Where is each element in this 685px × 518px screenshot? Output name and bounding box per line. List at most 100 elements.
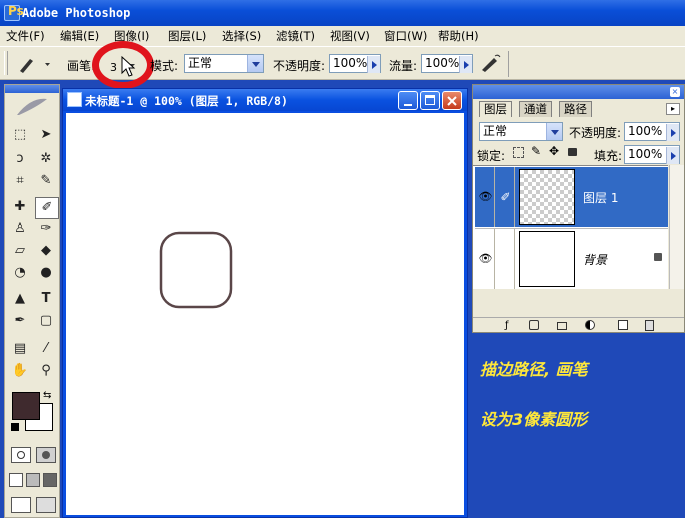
brush-tool-icon [20, 59, 50, 73]
trash-icon[interactable] [645, 320, 654, 331]
app-title: Adobe Photoshop [22, 6, 131, 20]
eraser-tool-icon[interactable]: ▱ [9, 241, 31, 261]
jump-to-imageready-icon[interactable] [11, 497, 31, 513]
layer-thumbnail [519, 231, 575, 287]
quick-mask-button[interactable] [36, 447, 56, 463]
pen-tool-icon[interactable]: ✒ [9, 311, 31, 331]
screen-mode-standard-icon[interactable] [9, 473, 23, 487]
panel-title-bar[interactable]: × [473, 85, 684, 99]
menu-bar: 文件(F) 编辑(E) 图像(I) 图层(L) 选择(S) 滤镜(T) 视图(V… [0, 26, 685, 46]
panel-opacity-field[interactable]: 100% [624, 122, 680, 141]
menu-window[interactable]: 窗口(W) [384, 28, 427, 44]
clone-stamp-icon[interactable]: ♙ [9, 219, 31, 239]
adjustment-layer-icon[interactable] [585, 320, 595, 330]
menu-layer[interactable]: 图层(L) [168, 28, 206, 44]
eye-icon[interactable]: 👁 [477, 167, 495, 227]
maximize-button[interactable] [420, 91, 440, 110]
brush-tool-icon[interactable]: ✐ [35, 197, 59, 219]
magic-wand-icon[interactable]: ✲ [35, 149, 57, 169]
triangle-right-icon[interactable] [666, 147, 679, 164]
menu-help[interactable]: 帮助(H) [438, 28, 479, 44]
new-group-icon[interactable] [557, 322, 567, 330]
canvas-drawing [159, 231, 233, 309]
lock-position-icon[interactable]: ✥ [549, 144, 559, 158]
paint-bucket-icon[interactable]: ◆ [35, 241, 57, 261]
divider [508, 51, 509, 77]
blur-tool-icon[interactable]: ◔ [9, 263, 31, 283]
airbrush-icon [482, 54, 501, 72]
tip-line-2: 设为3像素圆形 [480, 410, 588, 429]
crop-tool-icon[interactable]: ⌗ [9, 171, 31, 191]
layer-row-layer1[interactable]: 👁 ✐ 图层 1 [475, 167, 668, 227]
mode-select[interactable]: 正常 [184, 54, 264, 73]
screen-mode-full-menu-icon[interactable] [26, 473, 40, 487]
new-layer-icon[interactable] [618, 320, 628, 330]
panel-opacity-value: 100% [628, 124, 663, 138]
app-title-bar: Ps Adobe Photoshop [0, 0, 685, 26]
slice-tool-icon[interactable]: ✎ [35, 171, 57, 191]
tab-layers[interactable]: 图层 [479, 101, 512, 117]
feather-logo-icon[interactable] [15, 95, 49, 117]
layer-row-background[interactable]: 👁 背景 [475, 228, 668, 289]
triangle-right-icon[interactable] [666, 124, 679, 141]
blend-mode-select[interactable]: 正常 [479, 122, 563, 141]
lock-image-icon[interactable]: ✎ [531, 144, 541, 158]
blend-mode-value: 正常 [483, 124, 508, 138]
menu-edit[interactable]: 编辑(E) [60, 28, 99, 44]
chevron-down-icon [247, 55, 263, 72]
panel-close-icon[interactable]: × [670, 87, 680, 97]
layer-name[interactable]: 图层 1 [583, 189, 618, 206]
healing-brush-icon[interactable]: ✚ [9, 197, 31, 217]
close-button[interactable] [442, 91, 462, 110]
jump-to-app-icon[interactable] [36, 497, 56, 513]
triangle-right-icon[interactable] [367, 56, 380, 73]
toolbox-title[interactable] [5, 85, 59, 93]
foreground-color-swatch[interactable] [12, 392, 40, 420]
notes-tool-icon[interactable]: ▤ [9, 339, 31, 359]
standard-mode-button[interactable] [11, 447, 31, 463]
brush-size-value[interactable]: 3 [110, 61, 117, 74]
panel-menu-icon[interactable]: ▸ [666, 103, 680, 115]
shape-tool-icon[interactable]: ▢ [35, 311, 57, 331]
layer-style-icon[interactable]: ƒ [505, 320, 509, 331]
eyedropper-icon[interactable]: ⁄ [35, 339, 57, 359]
tab-paths[interactable]: 路径 [559, 101, 592, 117]
menu-filter[interactable]: 滤镜(T) [276, 28, 315, 44]
layer-brush-icon[interactable]: ✐ [497, 167, 515, 227]
stroked-rounded-rect-path[interactable] [159, 231, 233, 309]
layer-mask-icon[interactable] [529, 320, 539, 330]
eye-icon[interactable]: 👁 [477, 229, 495, 289]
minimize-button[interactable] [398, 91, 418, 110]
menu-select[interactable]: 选择(S) [222, 28, 261, 44]
screen-mode-full-icon[interactable] [43, 473, 57, 487]
lasso-tool-icon[interactable]: ↄ [9, 149, 31, 169]
airbrush-toggle[interactable] [478, 52, 502, 74]
canvas[interactable] [66, 113, 464, 515]
tool-preset-picker[interactable] [14, 53, 54, 75]
history-brush-icon[interactable]: ✑ [35, 219, 57, 239]
fill-field[interactable]: 100% [624, 145, 680, 164]
marquee-tool-icon[interactable]: ⬚ [9, 125, 31, 145]
layer-list-scrollbar[interactable] [669, 165, 684, 289]
default-colors-icon[interactable] [11, 423, 19, 431]
opacity-field[interactable]: 100% [329, 54, 381, 73]
flow-field[interactable]: 100% [421, 54, 473, 73]
layer-link-cell[interactable] [497, 229, 515, 289]
zoom-tool-icon[interactable]: ⚲ [35, 361, 57, 381]
lock-all-icon[interactable] [568, 148, 577, 156]
grip-handle[interactable] [4, 51, 8, 75]
tab-channels[interactable]: 通道 [519, 101, 552, 117]
path-selection-icon[interactable]: ▲ [9, 289, 31, 309]
minimize-icon [404, 104, 412, 106]
layer-name[interactable]: 背景 [583, 251, 607, 268]
type-tool-icon[interactable]: T [35, 289, 57, 309]
hand-tool-icon[interactable]: ✋ [9, 361, 31, 381]
menu-file[interactable]: 文件(F) [6, 28, 45, 44]
swap-colors-icon[interactable]: ⇆ [43, 390, 51, 401]
move-tool-icon[interactable]: ➤ [35, 125, 57, 145]
dodge-tool-icon[interactable]: ● [35, 263, 57, 283]
lock-transparency-icon[interactable] [513, 147, 524, 158]
triangle-right-icon[interactable] [459, 56, 472, 73]
menu-view[interactable]: 视图(V) [330, 28, 370, 44]
document-title-bar[interactable]: 未标题-1 @ 100% (图层 1, RGB/8) [63, 89, 467, 111]
